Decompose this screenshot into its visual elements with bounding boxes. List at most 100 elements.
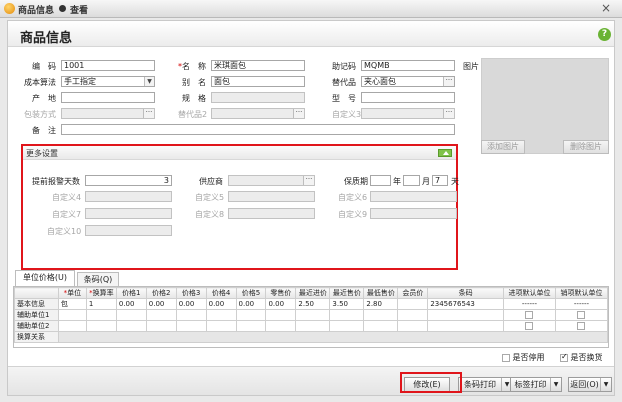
help-icon[interactable]: ? — [598, 28, 611, 41]
table-cell[interactable] — [205, 309, 237, 321]
table-cell[interactable] — [397, 320, 429, 332]
barcode-print-button[interactable]: 条码打印 ▼ — [458, 377, 513, 392]
table-cell[interactable]: ------ — [503, 298, 556, 310]
shelf-month-field[interactable] — [403, 175, 420, 186]
back-button[interactable]: 返回(O) ▼ — [568, 377, 612, 392]
table-cell[interactable] — [175, 309, 207, 321]
tab-barcode[interactable]: 条码(Q) — [77, 272, 119, 286]
table-row[interactable]: 辅助单位2 — [14, 320, 609, 332]
table-cell[interactable] — [329, 320, 365, 332]
table-row[interactable]: 辅助单位1 — [14, 309, 609, 321]
table-cell[interactable] — [503, 320, 556, 332]
table-cell[interactable]: 0.00 — [115, 298, 147, 310]
package-field[interactable]: ··· — [61, 108, 155, 119]
table-cell[interactable]: 3.50 — [329, 298, 365, 310]
table-cell[interactable] — [115, 320, 147, 332]
custom10-field[interactable] — [85, 225, 172, 236]
table-cell[interactable]: 0.00 — [265, 298, 297, 310]
shelf-day-field[interactable]: 7 — [432, 175, 448, 186]
shelf-year-field[interactable] — [370, 175, 391, 186]
table-cell[interactable] — [57, 320, 87, 332]
table-cell[interactable] — [145, 320, 177, 332]
delete-image-button[interactable]: 删除图片 — [563, 140, 609, 154]
cost-method-select[interactable]: 手工指定 ▼ — [61, 76, 155, 87]
table-cell[interactable] — [115, 309, 147, 321]
origin-field[interactable] — [61, 92, 155, 103]
disabled-option[interactable]: 是否停用 — [502, 352, 545, 363]
table-cell[interactable] — [265, 320, 297, 332]
table-cell[interactable] — [554, 309, 609, 321]
custom5-field[interactable] — [228, 191, 315, 202]
more-icon[interactable]: ··· — [443, 77, 454, 86]
label-print-button[interactable]: 标签打印 ▼ — [510, 377, 562, 392]
table-cell[interactable]: 0.00 — [235, 298, 267, 310]
exchange-checkbox[interactable] — [560, 352, 568, 362]
product-info-panel: 商品信息 ? 编 码 1001 *名 称 米琪面包 助记码 MQMB 图片 成本… — [7, 20, 615, 396]
table-cell[interactable] — [363, 320, 399, 332]
table-cell[interactable] — [554, 320, 609, 332]
more-icon[interactable]: ··· — [303, 176, 314, 185]
table-cell[interactable] — [427, 309, 505, 321]
table-cell[interactable] — [295, 320, 331, 332]
input-default-checkbox[interactable] — [525, 322, 534, 330]
table-cell[interactable]: ------ — [554, 298, 609, 310]
table-cell[interactable] — [145, 309, 177, 321]
custom6-field[interactable] — [370, 191, 457, 202]
table-cell[interactable]: 1 — [85, 298, 117, 310]
more-icon[interactable]: ··· — [293, 109, 304, 118]
table-cell[interactable] — [295, 309, 331, 321]
more-icon[interactable]: ··· — [443, 109, 454, 118]
spec-field[interactable] — [211, 92, 305, 103]
output-default-checkbox[interactable] — [577, 311, 586, 319]
exchange-option[interactable]: 是否换货 — [560, 352, 603, 363]
table-cell[interactable] — [397, 309, 429, 321]
mnemonic-field[interactable]: MQMB — [361, 60, 455, 71]
table-cell[interactable] — [363, 309, 399, 321]
add-image-button[interactable]: 添加图片 — [481, 140, 525, 154]
table-cell[interactable] — [427, 320, 505, 332]
alias-field[interactable]: 面包 — [211, 76, 305, 87]
table-cell[interactable] — [235, 309, 267, 321]
table-cell[interactable] — [175, 320, 207, 332]
table-cell[interactable]: 2.80 — [363, 298, 399, 310]
substitute-field[interactable]: 夹心面包 ··· — [361, 76, 455, 87]
table-cell[interactable] — [235, 320, 267, 332]
table-cell[interactable]: 2345676543 — [427, 298, 505, 310]
table-cell[interactable]: 0.00 — [145, 298, 177, 310]
chevron-down-icon[interactable]: ▼ — [550, 378, 561, 391]
supplier-label: 供应商 — [199, 177, 223, 186]
close-icon[interactable]: × — [601, 1, 611, 15]
tab-unit-price[interactable]: 单位价格(U) — [15, 270, 75, 287]
output-default-checkbox[interactable] — [577, 322, 586, 330]
custom3-field[interactable]: ··· — [361, 108, 455, 119]
table-cell[interactable] — [57, 309, 87, 321]
table-cell[interactable] — [85, 320, 117, 332]
custom9-field[interactable] — [370, 208, 457, 219]
table-cell[interactable] — [205, 320, 237, 332]
table-cell[interactable]: 2.50 — [295, 298, 331, 310]
custom8-field[interactable] — [228, 208, 315, 219]
input-default-checkbox[interactable] — [525, 311, 534, 319]
model-field[interactable] — [361, 92, 455, 103]
table-cell[interactable] — [265, 309, 297, 321]
table-cell[interactable] — [397, 298, 429, 310]
table-cell[interactable] — [503, 309, 556, 321]
table-cell[interactable]: 0.00 — [205, 298, 237, 310]
table-row[interactable]: 基本信息 包 1 0.00 0.00 0.00 0.00 0.00 0.00 2… — [14, 298, 609, 310]
substitute2-field[interactable]: ··· — [211, 108, 305, 119]
more-icon[interactable]: ··· — [143, 109, 154, 118]
warn-days-field[interactable]: 3 — [85, 175, 172, 186]
table-cell[interactable]: 包 — [57, 298, 87, 310]
chevron-down-icon[interactable]: ▼ — [600, 378, 611, 391]
table-cell[interactable] — [85, 309, 117, 321]
custom7-field[interactable] — [85, 208, 172, 219]
custom4-field[interactable] — [85, 191, 172, 202]
supplier-field[interactable]: ··· — [228, 175, 315, 186]
collapse-icon[interactable] — [438, 149, 452, 157]
remark-field[interactable] — [61, 124, 455, 135]
name-field[interactable]: 米琪面包 — [211, 60, 305, 71]
code-field[interactable]: 1001 — [61, 60, 155, 71]
disabled-checkbox[interactable] — [502, 353, 510, 362]
table-cell[interactable] — [329, 309, 365, 321]
table-cell[interactable]: 0.00 — [175, 298, 207, 310]
